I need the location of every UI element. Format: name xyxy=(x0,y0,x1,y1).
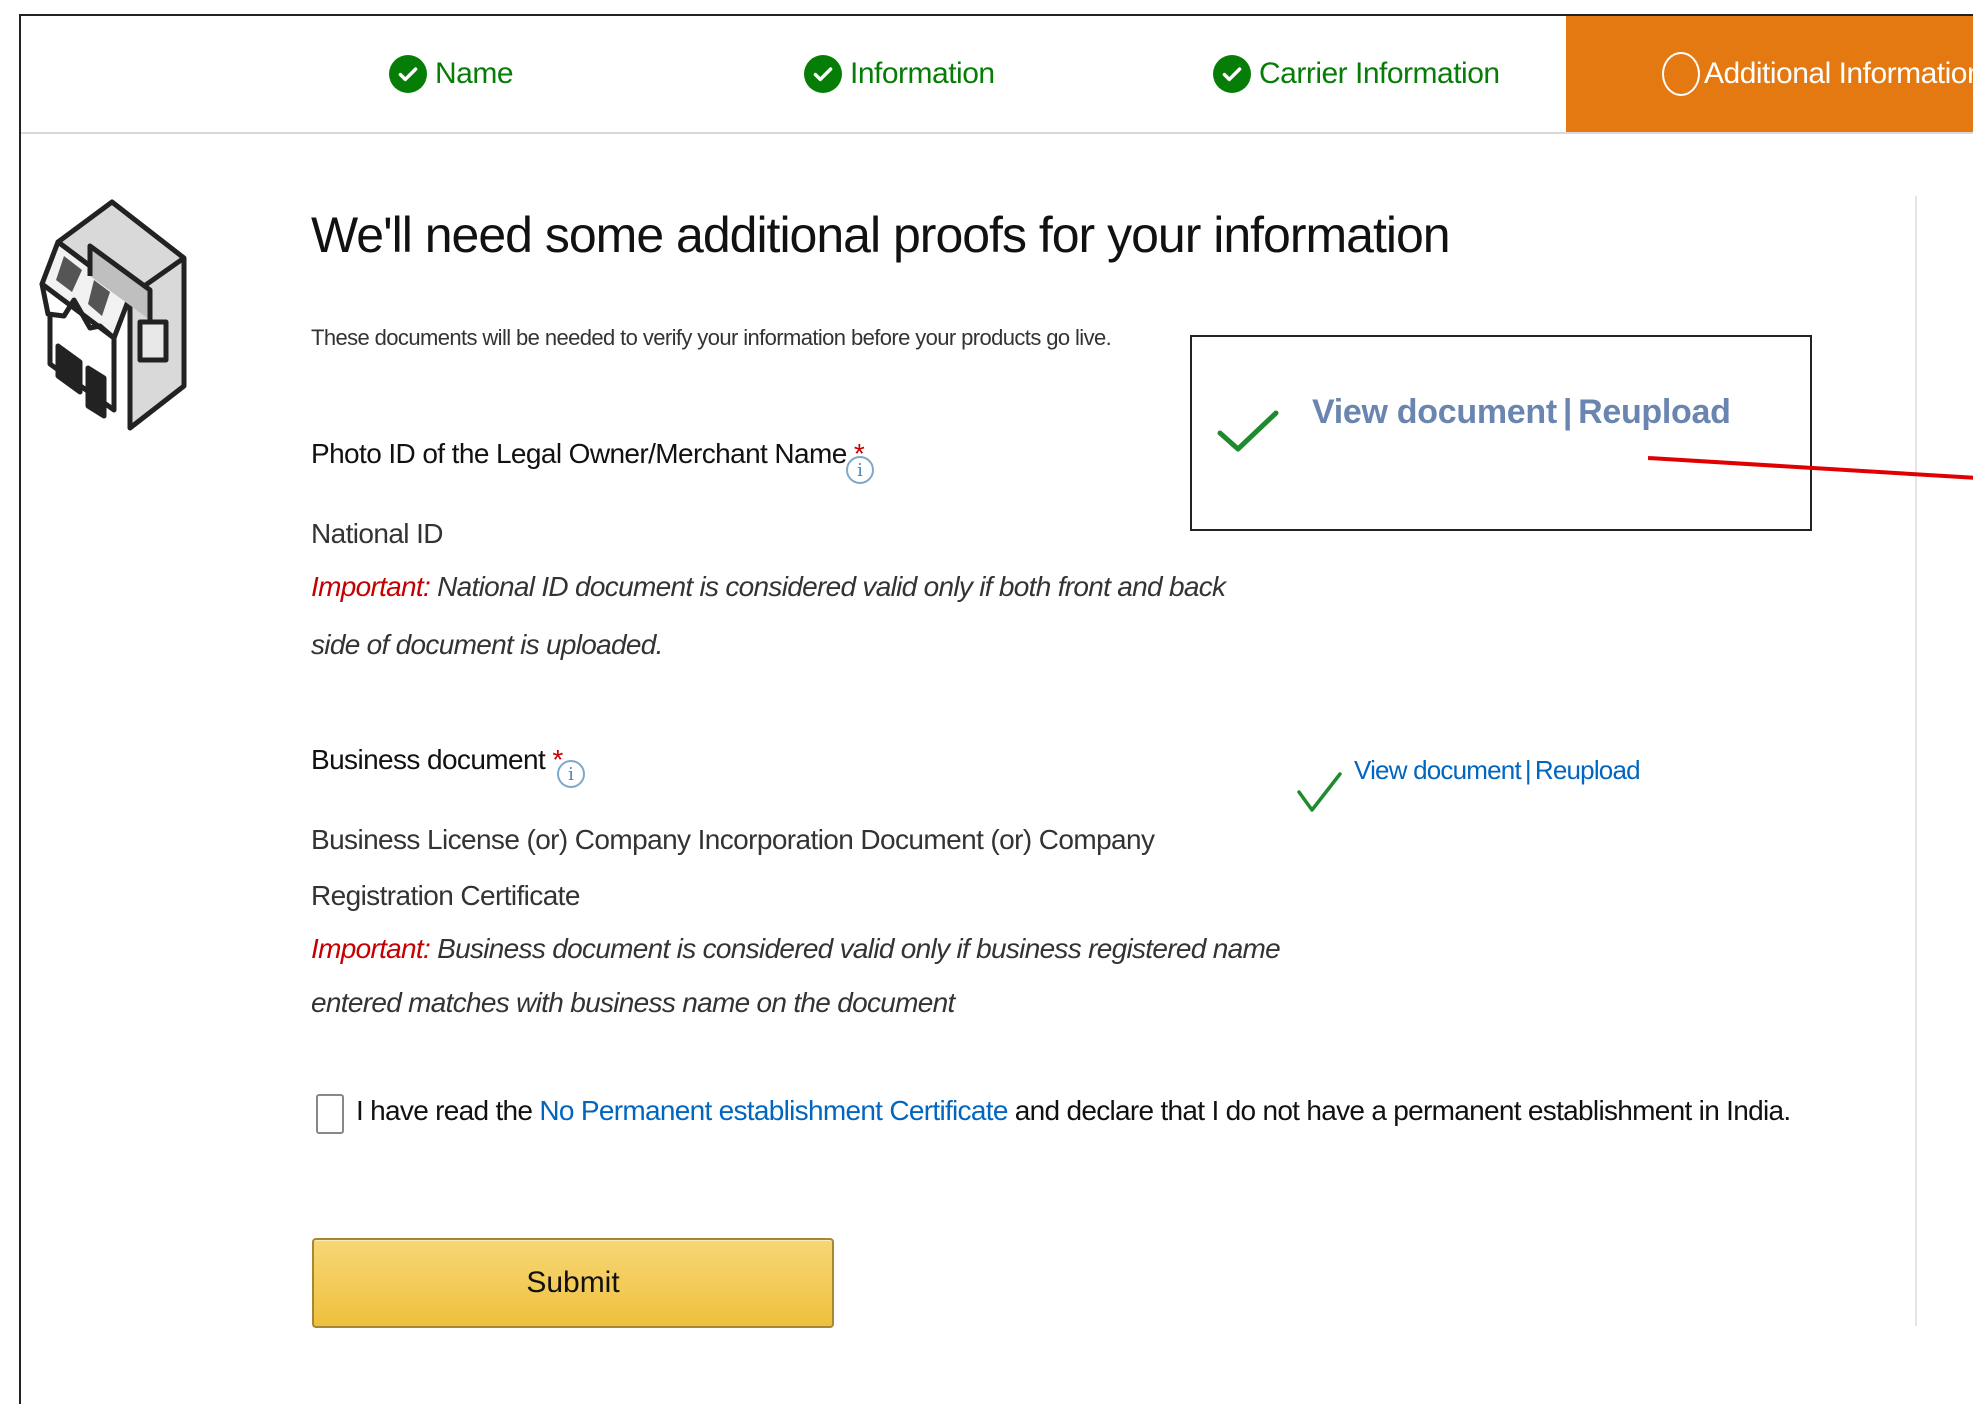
check-circle-icon xyxy=(804,55,842,93)
step-label: Name xyxy=(435,57,514,90)
step-carrier-information[interactable]: Carrier Information xyxy=(1213,16,1500,132)
declaration-text: I have read the No Permanent establishme… xyxy=(356,1095,1791,1127)
photo-id-label: Photo ID of the Legal Owner/Merchant Nam… xyxy=(311,438,865,470)
view-document-link[interactable]: View document xyxy=(1354,755,1522,785)
business-doc-label-text: Business document xyxy=(311,744,546,775)
step-label: Additional Information xyxy=(1704,57,1973,90)
declaration-prefix: I have read the xyxy=(356,1095,540,1126)
reupload-link[interactable]: Reupload xyxy=(1578,393,1731,431)
important-text: Business document is considered valid on… xyxy=(430,933,1281,964)
business-doc-important-note: Important: Business document is consider… xyxy=(311,922,1281,1030)
photo-id-upload-status-callout: View document | Reupload xyxy=(1190,335,1812,531)
step-label: Information xyxy=(850,57,995,90)
photo-id-important-note: Important: National ID document is consi… xyxy=(311,558,1226,674)
step-additional-information[interactable]: Additional Information xyxy=(1566,16,1973,132)
photo-id-doc-type: National ID xyxy=(311,518,444,549)
business-doc-type: Business License (or) Company Incorporat… xyxy=(311,812,1155,924)
business-doc-links: View document | Reupload xyxy=(1354,755,1641,786)
progress-stepper: Name Information Carrier Information Add… xyxy=(21,16,1973,134)
storefront-icon xyxy=(39,199,187,431)
important-prefix: Important: xyxy=(311,571,431,602)
vertical-divider xyxy=(1915,196,1917,1326)
step-name[interactable]: Name xyxy=(389,16,514,132)
important-text: National ID document is considered valid… xyxy=(430,571,1226,602)
important-prefix: Important: xyxy=(311,933,431,964)
annotation-arrow-line xyxy=(1648,456,1973,480)
page-subtitle: These documents will be needed to verify… xyxy=(311,325,1112,350)
declaration-checkbox[interactable] xyxy=(316,1094,344,1134)
important-text-line2: entered matches with business name on th… xyxy=(311,987,955,1018)
submit-button[interactable]: Submit xyxy=(312,1238,834,1328)
step-information[interactable]: Information xyxy=(804,16,995,132)
checkmark-icon xyxy=(1217,410,1279,452)
view-document-link[interactable]: View document xyxy=(1312,393,1557,431)
page-title: We'll need some additional proofs for yo… xyxy=(311,207,1451,263)
important-text-line2: side of document is uploaded. xyxy=(311,629,663,660)
no-pe-certificate-link[interactable]: No Permanent establishment Certificate xyxy=(539,1095,1008,1126)
business-doc-type-line2: Registration Certificate xyxy=(311,880,580,911)
check-circle-icon xyxy=(389,55,427,93)
link-separator: | xyxy=(1524,755,1532,785)
info-icon[interactable]: i xyxy=(846,456,874,484)
reupload-link[interactable]: Reupload xyxy=(1535,755,1641,785)
check-circle-icon xyxy=(1213,55,1251,93)
info-icon[interactable]: i xyxy=(557,760,585,788)
checkmark-icon xyxy=(1297,772,1342,812)
link-separator: | xyxy=(1562,393,1573,431)
business-doc-type-line1: Business License (or) Company Incorporat… xyxy=(311,824,1155,855)
photo-id-label-text: Photo ID of the Legal Owner/Merchant Nam… xyxy=(311,438,847,469)
step-label: Carrier Information xyxy=(1259,57,1500,90)
photo-id-doc-links: View document | Reupload xyxy=(1312,393,1731,432)
declaration-suffix: and declare that I do not have a permane… xyxy=(1007,1095,1791,1126)
empty-circle-icon xyxy=(1662,52,1700,96)
business-doc-label: Business document * xyxy=(311,744,563,776)
